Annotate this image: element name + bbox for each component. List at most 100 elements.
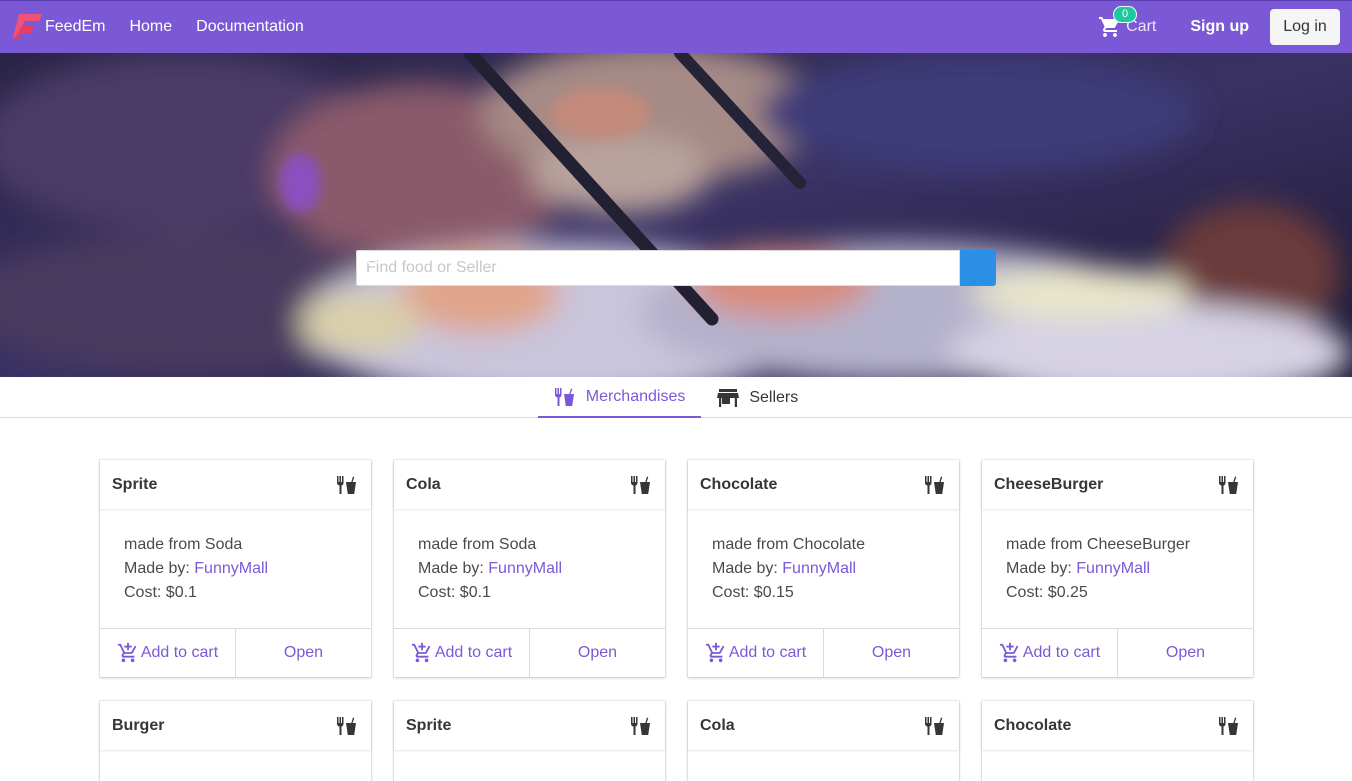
made-by-label: Made by: bbox=[712, 560, 778, 577]
card-made-by: Made by: FunnyMall bbox=[1006, 557, 1229, 581]
add-to-cart-button[interactable]: Add to cart bbox=[394, 629, 529, 677]
cart-plus-icon bbox=[117, 642, 137, 663]
card-made-by: Made by: FunnyMall bbox=[712, 557, 935, 581]
card-footer: Add to cart Open bbox=[688, 628, 959, 677]
card-made-by: Made by: FunnyMall bbox=[124, 557, 347, 581]
login-button[interactable]: Log in bbox=[1270, 9, 1340, 45]
utensils-icon bbox=[337, 475, 356, 494]
open-button[interactable]: Open bbox=[823, 629, 959, 677]
seller-link[interactable]: FunnyMall bbox=[488, 560, 562, 577]
merchandise-card: Cola bbox=[688, 701, 959, 781]
card-footer: Add to cart Open bbox=[982, 628, 1253, 677]
search-input[interactable] bbox=[356, 250, 960, 286]
utensils-icon bbox=[1219, 475, 1238, 494]
cart-plus-icon bbox=[705, 642, 725, 663]
card-title: Sprite bbox=[406, 716, 452, 734]
card-title: Cola bbox=[406, 475, 441, 493]
add-to-cart-label: Add to cart bbox=[728, 644, 807, 661]
card-cost: Cost: $0.15 bbox=[712, 584, 794, 601]
card-header: Chocolate bbox=[982, 701, 1253, 750]
seller-link[interactable]: FunnyMall bbox=[782, 560, 856, 577]
cart-count-badge: 0 bbox=[1113, 6, 1138, 23]
card-header: Burger bbox=[100, 701, 371, 750]
tab-merchandises-label: Merchandises bbox=[585, 387, 686, 405]
card-header: Cola bbox=[394, 460, 665, 509]
card-title: CheeseBurger bbox=[994, 475, 1104, 493]
open-button[interactable]: Open bbox=[235, 629, 371, 677]
top-navbar: FeedEm Home Documentation 0 Cart Sign up… bbox=[0, 0, 1352, 53]
card-header: Sprite bbox=[394, 701, 665, 750]
search-icon bbox=[358, 252, 374, 268]
card-content: made from Chocolate Made by: FunnyMall C… bbox=[688, 509, 959, 628]
brand-logo-icon bbox=[13, 14, 42, 40]
utensils-icon bbox=[1219, 716, 1238, 735]
nav-documentation-link[interactable]: Documentation bbox=[196, 18, 304, 36]
card-description: made from CheeseBurger bbox=[1006, 536, 1191, 553]
seller-link[interactable]: FunnyMall bbox=[1076, 560, 1150, 577]
add-to-cart-label: Add to cart bbox=[140, 644, 219, 661]
seller-link[interactable]: FunnyMall bbox=[194, 560, 268, 577]
utensils-icon bbox=[925, 716, 944, 735]
card-description: made from Chocolate bbox=[712, 536, 865, 553]
card-title: Sprite bbox=[112, 475, 158, 493]
card-title: Chocolate bbox=[700, 475, 778, 493]
open-button[interactable]: Open bbox=[529, 629, 665, 677]
navbar-right: 0 Cart Sign up Log in bbox=[1098, 1, 1340, 53]
card-title: Cola bbox=[700, 716, 735, 734]
utensils-icon bbox=[925, 475, 944, 494]
search-bar bbox=[356, 250, 996, 286]
card-made-by: Made by: FunnyMall bbox=[418, 557, 641, 581]
cart-plus-icon bbox=[999, 642, 1019, 663]
card-cost: Cost: $0.1 bbox=[124, 584, 197, 601]
card-header: CheeseBurger bbox=[982, 460, 1253, 509]
card-cost: Cost: $0.25 bbox=[1006, 584, 1088, 601]
made-by-label: Made by: bbox=[124, 560, 190, 577]
card-description: made from Soda bbox=[124, 536, 243, 553]
card-content: made from CheeseBurger Made by: FunnyMal… bbox=[982, 509, 1253, 628]
add-to-cart-label: Add to cart bbox=[434, 644, 513, 661]
card-content: made from Soda Made by: FunnyMall Cost: … bbox=[100, 509, 371, 628]
card-header: Sprite bbox=[100, 460, 371, 509]
tab-merchandises[interactable]: Merchandises bbox=[537, 377, 702, 418]
merchandise-card: Sprite made from Soda Made by: FunnyMall… bbox=[100, 460, 371, 677]
made-by-label: Made by: bbox=[1006, 560, 1072, 577]
hero-banner bbox=[0, 53, 1352, 377]
card-content: made from Soda Made by: FunnyMall Cost: … bbox=[394, 509, 665, 628]
merchandise-card: Chocolate bbox=[982, 701, 1253, 781]
tab-sellers[interactable]: Sellers bbox=[701, 377, 814, 418]
card-description: made from Soda bbox=[418, 536, 537, 553]
card-header: Cola bbox=[688, 701, 959, 750]
open-button[interactable]: Open bbox=[1117, 629, 1253, 677]
merchandise-card: Chocolate made from Chocolate Made by: F… bbox=[688, 460, 959, 677]
utensils-icon bbox=[337, 716, 356, 735]
card-title: Chocolate bbox=[994, 716, 1072, 734]
utensils-icon bbox=[631, 475, 650, 494]
add-to-cart-button[interactable]: Add to cart bbox=[100, 629, 235, 677]
tab-bar: Merchandises Sellers bbox=[0, 377, 1352, 418]
cart-button[interactable]: 0 Cart bbox=[1098, 6, 1156, 39]
merchandise-card: Sprite bbox=[394, 701, 665, 781]
add-to-cart-button[interactable]: Add to cart bbox=[982, 629, 1117, 677]
made-by-label: Made by: bbox=[418, 560, 484, 577]
tab-sellers-label: Sellers bbox=[749, 388, 799, 406]
card-title: Burger bbox=[112, 716, 165, 734]
signup-link[interactable]: Sign up bbox=[1190, 18, 1249, 36]
add-to-cart-label: Add to cart bbox=[1022, 644, 1101, 661]
merchandise-card: Cola made from Soda Made by: FunnyMall C… bbox=[394, 460, 665, 677]
merchandise-card: CheeseBurger made from CheeseBurger Made… bbox=[982, 460, 1253, 677]
card-cost: Cost: $0.1 bbox=[418, 584, 491, 601]
add-to-cart-button[interactable]: Add to cart bbox=[688, 629, 823, 677]
merchandise-card: Burger bbox=[100, 701, 371, 781]
card-footer: Add to cart Open bbox=[394, 628, 665, 677]
store-icon bbox=[717, 388, 740, 407]
cart-plus-icon bbox=[411, 642, 431, 663]
search-button[interactable] bbox=[358, 250, 996, 286]
nav-home-link[interactable]: Home bbox=[129, 18, 172, 36]
utensils-icon bbox=[631, 716, 650, 735]
hero-background-image bbox=[0, 53, 1352, 377]
brand[interactable]: FeedEm bbox=[0, 1, 105, 53]
brand-name: FeedEm bbox=[45, 18, 106, 35]
card-footer: Add to cart Open bbox=[100, 628, 371, 677]
utensils-icon bbox=[554, 387, 574, 406]
card-header: Chocolate bbox=[688, 460, 959, 509]
